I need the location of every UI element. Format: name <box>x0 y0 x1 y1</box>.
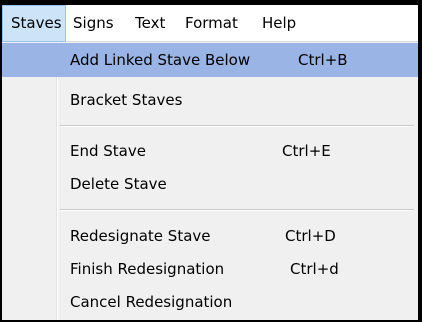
menu-help[interactable]: Help <box>262 5 296 42</box>
menu-signs[interactable]: Signs <box>73 5 114 42</box>
menu-item-bracket-staves[interactable]: Bracket Staves <box>2 83 418 117</box>
window-frame-left <box>0 0 2 322</box>
menu-item-label: Add Linked Stave Below <box>70 51 251 69</box>
menu-item-label: Cancel Redesignation <box>70 293 233 311</box>
menu-signs-label: Signs <box>73 14 114 32</box>
menu-item-shortcut: Ctrl+d <box>290 260 339 278</box>
menu-item-label: Redesignate Stave <box>70 227 211 245</box>
menu-item-label: End Stave <box>70 142 146 160</box>
menu-item-label: Delete Stave <box>70 175 167 193</box>
window-frame-top <box>0 0 422 5</box>
menu-format[interactable]: Format <box>185 5 238 42</box>
menu-staves-label: Staves <box>11 14 62 32</box>
menu-item-end-stave[interactable]: End Stave Ctrl+E <box>2 134 418 168</box>
menu-format-label: Format <box>185 14 238 32</box>
menu-item-finish-redesignation[interactable]: Finish Redesignation Ctrl+d <box>2 252 418 286</box>
menu-item-shortcut: Ctrl+E <box>282 142 331 160</box>
menu-item-cancel-redesignation[interactable]: Cancel Redesignation <box>2 285 418 319</box>
menu-bar: Staves Signs Text Format Help <box>2 5 418 42</box>
menu-item-shortcut: Ctrl+D <box>285 227 336 245</box>
menu-item-add-linked-stave-below[interactable]: Add Linked Stave Below Ctrl+B <box>2 43 418 77</box>
menu-staves[interactable]: Staves <box>2 5 66 42</box>
menu-separator <box>60 125 414 127</box>
menu-separator <box>60 209 414 211</box>
app-window: Staves Signs Text Format Help Add Linked… <box>0 0 422 322</box>
menu-text-label: Text <box>135 14 166 32</box>
menu-item-label: Bracket Staves <box>70 91 183 109</box>
menu-text[interactable]: Text <box>135 5 165 42</box>
menu-item-label: Finish Redesignation <box>70 260 225 278</box>
staves-dropdown-menu: Add Linked Stave Below Ctrl+B Bracket St… <box>2 42 418 320</box>
window-frame-right <box>418 0 422 322</box>
menu-item-redesignate-stave[interactable]: Redesignate Stave Ctrl+D <box>2 219 418 253</box>
menu-item-shortcut: Ctrl+B <box>298 51 348 69</box>
menu-help-label: Help <box>262 14 297 32</box>
menu-item-delete-stave[interactable]: Delete Stave <box>2 167 418 201</box>
